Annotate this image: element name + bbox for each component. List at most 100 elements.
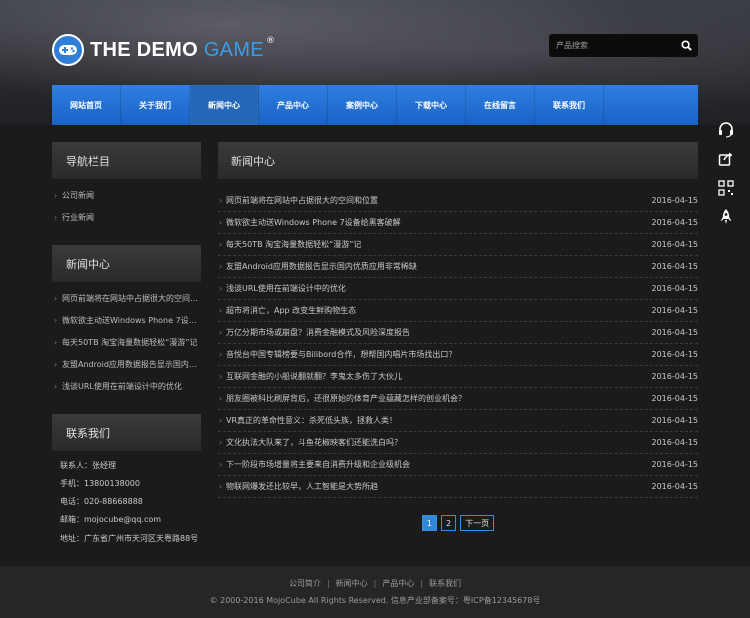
pagination: 1 2 下一页 [218, 515, 698, 531]
footer-link-news[interactable]: 新闻中心 [336, 579, 368, 588]
news-title-link[interactable]: 朋友圈被科比刷屏背后，还很原始的体育产业蕴藏怎样的创业机会？ [226, 393, 466, 404]
news-title-link[interactable]: 网页前端将在网站中占据很大的空间和位置 [226, 195, 378, 206]
news-title-link[interactable]: 音悦台中国专辑榜要与Bilibord合作，想帮国内唱片市场找出口？ [226, 349, 456, 360]
nav-guestbook[interactable]: 在线留言 [466, 85, 535, 125]
news-list-item[interactable]: 超市将消亡，App 改变生鲜购物生态 2016-04-15 [218, 300, 698, 322]
footer-link-contact[interactable]: 联系我们 [429, 579, 461, 588]
news-date: 2016-04-15 [651, 240, 699, 249]
news-date: 2016-04-15 [651, 482, 699, 491]
contact-email: 邮箱：mojocube@qq.com [60, 515, 162, 524]
news-date: 2016-04-15 [651, 284, 699, 293]
news-date: 2016-04-15 [651, 438, 699, 447]
news-title-link[interactable]: 物联网爆发还比较早，人工智能是大势所趋 [226, 481, 378, 492]
news-title-link[interactable]: 微软欲主动送Windows Phone 7设备给黑客破解 [226, 217, 401, 228]
sidebar-nav-list: 公司新闻 行业新闻 [52, 185, 201, 229]
sidebar-contact-title: 联系我们 [52, 414, 201, 451]
news-date: 2016-04-15 [651, 350, 699, 359]
copyright: © 2000-2016 MojoCube All Rights Reserved… [209, 596, 541, 605]
footer-separator: | [326, 579, 330, 588]
news-title-link[interactable]: 文化执法大队来了，斗鱼花椒映客们还能洗白吗？ [226, 437, 402, 448]
news-list-item[interactable]: 友盟Android应用数据报告显示国内优质应用非常稀缺 2016-04-15 [218, 256, 698, 278]
gamepad-icon [52, 34, 84, 66]
sidebar-news-item[interactable]: 网页前端将在网站中占据很大的空间和位置 [52, 288, 201, 310]
news-list-item[interactable]: 物联网爆发还比较早，人工智能是大势所趋 2016-04-15 [218, 476, 698, 498]
nav-home[interactable]: 网站首页 [52, 85, 121, 125]
sidebar-news-list: 网页前端将在网站中占据很大的空间和位置 微软欲主动送Windows Phone … [52, 288, 201, 398]
news-title-link[interactable]: 超市将消亡，App 改变生鲜购物生态 [226, 305, 356, 316]
contact-address: 地址：广东省广州市天河区天粤路88号 [60, 534, 199, 543]
footer-links: 公司简介 | 新闻中心 | 产品中心 | 联系我们 [0, 578, 750, 589]
news-list-item[interactable]: VR真正的革命性意义：杀死低头族，拯救人类！ 2016-04-15 [218, 410, 698, 432]
sidebar-item-industry-news[interactable]: 行业新闻 [52, 207, 201, 229]
news-date: 2016-04-15 [651, 218, 699, 227]
page-2-button[interactable]: 2 [441, 515, 457, 531]
logo-main-text: THE DEMO [90, 38, 198, 61]
news-date: 2016-04-15 [651, 416, 699, 425]
sidebar-news-title: 新闻中心 [52, 245, 201, 282]
contact-mobile: 手机：13800138000 [60, 479, 140, 488]
news-list-item[interactable]: 音悦台中国专辑榜要与Bilibord合作，想帮国内唱片市场找出口？ 2016-04… [218, 344, 698, 366]
news-list-item[interactable]: 下一阶段市场增量将主要来自消费升级和企业级机会 2016-04-15 [218, 454, 698, 476]
page-1-button[interactable]: 1 [421, 515, 437, 531]
sidebar-item-company-news[interactable]: 公司新闻 [52, 185, 201, 207]
news-date: 2016-04-15 [651, 460, 699, 469]
news-title-link[interactable]: 万亿分期市场或崩盘？消费金融模式及风险深度报告 [226, 327, 410, 338]
next-page-button[interactable]: 下一页 [460, 515, 495, 531]
news-date: 2016-04-15 [651, 306, 699, 315]
news-list-item[interactable]: 互联网金融的小船说翻就翻？李鬼太多伤了大伙儿 2016-04-15 [218, 366, 698, 388]
news-title-link[interactable]: 友盟Android应用数据报告显示国内优质应用非常稀缺 [226, 261, 417, 272]
news-title-link[interactable]: 每天50TB 淘宝海量数据轻松“漫游”记 [226, 239, 361, 250]
qrcode-icon[interactable] [712, 174, 740, 202]
contact-person: 联系人：张经理 [60, 461, 116, 470]
nav-downloads[interactable]: 下载中心 [397, 85, 466, 125]
news-list-item[interactable]: 每天50TB 淘宝海量数据轻松“漫游”记 2016-04-15 [218, 234, 698, 256]
site-logo[interactable]: THE DEMO GAME ® [52, 34, 275, 66]
contact-info: 联系人：张经理 手机：13800138000 电话：020-88668888 邮… [52, 457, 201, 545]
search-icon [680, 40, 692, 51]
headset-icon[interactable] [712, 116, 740, 144]
footer-link-about[interactable]: 公司简介 [289, 579, 321, 588]
footer-link-products[interactable]: 产品中心 [382, 579, 414, 588]
news-title-link[interactable]: VR真正的革命性意义：杀死低头族，拯救人类！ [226, 415, 397, 426]
page-title: 新闻中心 [218, 142, 698, 179]
news-list: 网页前端将在网站中占据很大的空间和位置2016-04-15微软欲主动送Windo… [218, 190, 698, 498]
sidebar-news-item[interactable]: 浅谈URL使用在前端设计中的优化 [52, 376, 201, 398]
registered-mark: ® [265, 36, 275, 46]
sidebar: 导航栏目 公司新闻 行业新闻 新闻中心 网页前端将在网站中占据很大的空间和位置 … [52, 142, 201, 545]
footer-separator: | [420, 579, 424, 588]
header-banner: THE DEMO GAME ® 网站首页 关于我们 新闻中心 产品中心 案例中心… [0, 0, 750, 125]
nav-about[interactable]: 关于我们 [121, 85, 190, 125]
news-list-item[interactable]: 朋友圈被科比刷屏背后，还很原始的体育产业蕴藏怎样的创业机会？ 2016-04-15 [218, 388, 698, 410]
news-date: 2016-04-15 [651, 196, 699, 205]
share-icon[interactable] [712, 145, 740, 173]
logo-accent-text: GAME [203, 38, 264, 61]
news-date: 2016-04-15 [651, 372, 699, 381]
news-title-link[interactable]: 浅谈URL使用在前端设计中的优化 [226, 283, 346, 294]
news-list-item[interactable]: 文化执法大队来了，斗鱼花椒映客们还能洗白吗？ 2016-04-15 [218, 432, 698, 454]
news-list-item[interactable]: 万亿分期市场或崩盘？消费金融模式及风险深度报告 2016-04-15 [218, 322, 698, 344]
search-input[interactable] [549, 34, 674, 57]
search-box [549, 34, 698, 57]
nav-products[interactable]: 产品中心 [259, 85, 328, 125]
news-date: 2016-04-15 [651, 262, 699, 271]
sidebar-news-item[interactable]: 微软欲主动送Windows Phone 7设备给黑客破解 [52, 310, 201, 332]
nav-contact[interactable]: 联系我们 [535, 85, 604, 125]
footer-separator: | [373, 579, 377, 588]
news-list-item[interactable]: 浅谈URL使用在前端设计中的优化 2016-04-15 [218, 278, 698, 300]
search-button[interactable] [674, 34, 698, 57]
news-title-link[interactable]: 互联网金融的小船说翻就翻？李鬼太多伤了大伙儿 [226, 371, 402, 382]
contact-phone: 电话：020-88668888 [60, 497, 143, 506]
news-date: 2016-04-15 [651, 394, 699, 403]
main-nav: 网站首页 关于我们 新闻中心 产品中心 案例中心 下载中心 在线留言 联系我们 [52, 85, 698, 125]
news-list-item[interactable]: 网页前端将在网站中占据很大的空间和位置 2016-04-15 [218, 190, 698, 212]
sidebar-nav-title: 导航栏目 [52, 142, 201, 179]
main-content: 新闻中心 网页前端将在网站中占据很大的空间和位置2016-04-15微软欲主动送… [218, 142, 698, 531]
news-title-link[interactable]: 下一阶段市场增量将主要来自消费升级和企业级机会 [226, 459, 410, 470]
rocket-icon[interactable] [712, 203, 740, 231]
floating-toolbar [712, 116, 740, 232]
news-list-item[interactable]: 微软欲主动送Windows Phone 7设备给黑客破解 2016-04-15 [218, 212, 698, 234]
nav-cases[interactable]: 案例中心 [328, 85, 397, 125]
sidebar-news-item[interactable]: 每天50TB 淘宝海量数据轻松“漫游”记 [52, 332, 201, 354]
nav-news[interactable]: 新闻中心 [190, 85, 259, 125]
sidebar-news-item[interactable]: 友盟Android应用数据报告显示国内优质应用非常稀缺 [52, 354, 201, 376]
